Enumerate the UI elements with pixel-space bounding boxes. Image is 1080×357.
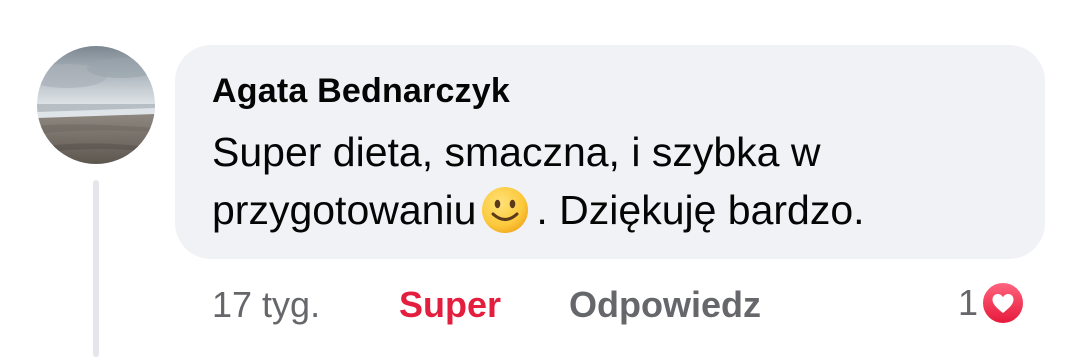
like-button[interactable]: Super <box>399 282 501 328</box>
comment-text-before-emoji: przygotowaniu <box>212 187 477 233</box>
avatar-beach-photo <box>37 46 155 164</box>
comment-author[interactable]: Agata Bednarczyk <box>212 72 510 111</box>
comment-container: Agata Bednarczyk Super dieta, smaczna, i… <box>0 0 1080 357</box>
avatar[interactable] <box>37 46 155 164</box>
comment-text-after-emoji: . Dziękuję bardzo. <box>536 187 865 233</box>
reaction-summary[interactable]: 1 <box>958 280 1027 326</box>
comment-timestamp[interactable]: 17 tyg. <box>212 282 320 328</box>
smiling-face-icon <box>482 187 529 233</box>
comment-text: Super dieta, smaczna, i szybka w przygot… <box>212 123 1012 239</box>
reaction-count: 1 <box>958 282 979 323</box>
comment-text-line-2: przygotowaniu . Dziękuję bardzo. <box>212 181 1012 239</box>
thread-line <box>93 180 99 357</box>
reply-button[interactable]: Odpowiedz <box>569 282 761 328</box>
heart-icon <box>980 280 1027 326</box>
comment-bubble: Agata Bednarczyk Super dieta, smaczna, i… <box>175 45 1045 259</box>
comment-text-line-1: Super dieta, smaczna, i szybka w <box>212 129 821 175</box>
